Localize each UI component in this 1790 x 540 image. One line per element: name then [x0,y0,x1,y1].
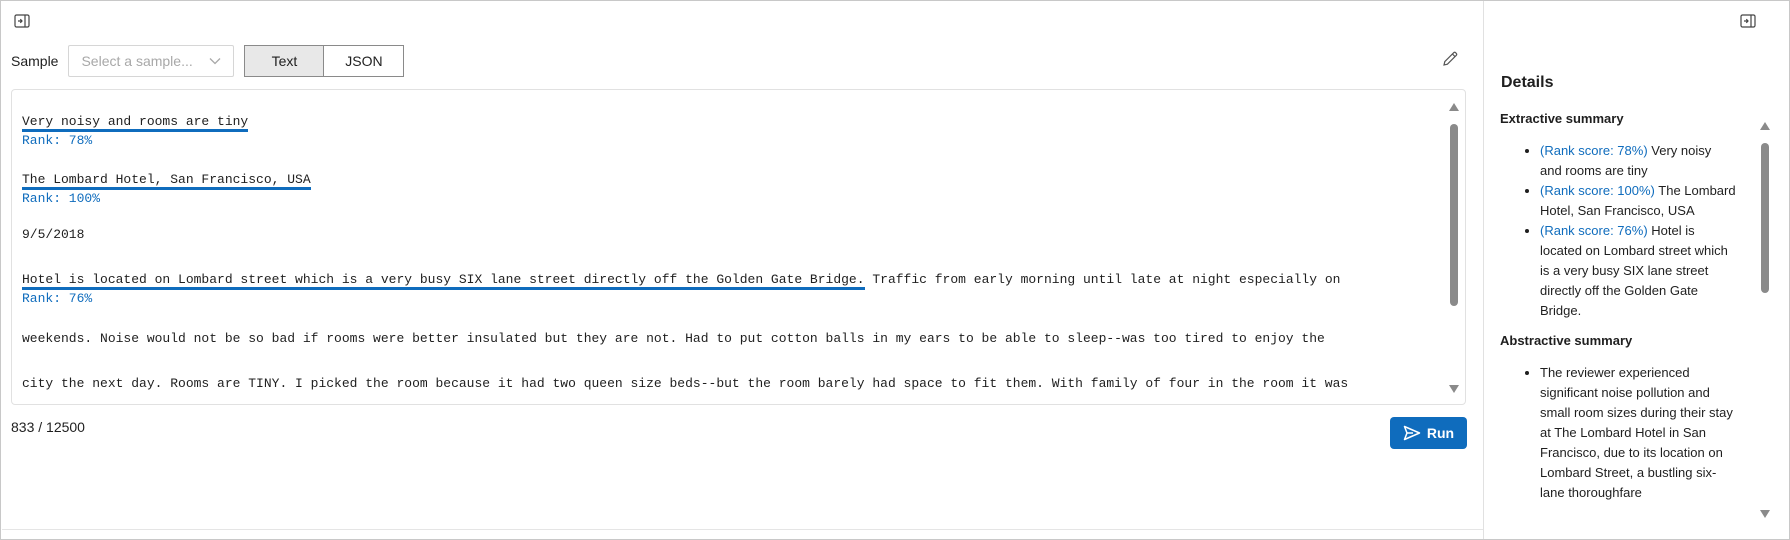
scroll-down-icon[interactable] [1447,382,1461,396]
editor-line: 9/5/2018 [22,227,85,242]
sample-label: Sample [11,53,59,69]
sample-dropdown[interactable]: Select a sample... [68,45,235,77]
editor-content: Very noisy and rooms are tiny Rank: 78% … [22,112,1435,391]
text-editor[interactable]: Very noisy and rooms are tiny Rank: 78% … [11,89,1466,405]
input-pane: Sample Select a sample... Text JSON Very… [1,1,1484,530]
scroll-down-icon[interactable] [1758,507,1772,521]
run-button[interactable]: Run [1390,417,1467,449]
sample-dropdown-placeholder: Select a sample... [81,53,193,69]
editor-scrollbar[interactable] [1447,100,1461,396]
scroll-up-icon[interactable] [1758,119,1772,133]
extractive-summary-list: (Rank score: 78%) Very noisy and rooms a… [1500,141,1736,321]
list-item: (Rank score: 78%) Very noisy and rooms a… [1540,141,1736,181]
list-item: (Rank score: 76%) Hotel is located on Lo… [1540,221,1736,321]
run-button-label: Run [1426,425,1455,441]
scroll-thumb[interactable] [1450,124,1458,306]
details-pane: Details Extractive summary (Rank score: … [1483,1,1789,539]
scroll-up-icon[interactable] [1447,100,1461,114]
details-title: Details [1501,74,1554,91]
rank-score: (Rank score: 100%) [1540,183,1655,198]
input-toolbar: Sample Select a sample... Text JSON [11,44,405,78]
rank-label: Rank: 100% [22,191,101,206]
editor-line: weekends. Noise would not be so bad if r… [22,331,1325,346]
format-toggle: Text JSON [244,45,405,77]
rank-label: Rank: 78% [22,133,93,148]
tab-json[interactable]: JSON [324,45,405,77]
edit-icon[interactable] [1438,47,1462,71]
editor-line: Very noisy and rooms are tiny [22,114,249,132]
divider [2,529,1484,530]
list-item: (Rank score: 100%) The Lombard Hotel, Sa… [1540,181,1736,221]
abstractive-summary-list: The reviewer experienced significant noi… [1500,363,1736,503]
rank-score: (Rank score: 76%) [1540,223,1648,238]
tab-text[interactable]: Text [244,45,325,77]
extractive-summary-title: Extractive summary [1500,111,1624,126]
details-body: Extractive summary (Rank score: 78%) Ver… [1500,109,1736,513]
chevron-down-icon [210,58,221,65]
character-count: 833 / 12500 [11,419,85,435]
editor-line: The Lombard Hotel, San Francisco, USA [22,172,311,190]
rank-score: (Rank score: 78%) [1540,143,1648,158]
send-icon [1403,425,1421,441]
details-scrollbar[interactable] [1758,119,1772,521]
editor-line: Hotel is located on Lombard street which… [22,272,865,290]
list-item: The reviewer experienced significant noi… [1540,363,1736,503]
collapse-panel-icon[interactable] [11,10,33,32]
collapse-panel-icon[interactable] [1737,10,1759,32]
editor-line-tail: Traffic from early morning until late at… [864,272,1341,287]
scroll-thumb[interactable] [1761,143,1769,293]
editor-line: city the next day. Rooms are TINY. I pic… [22,376,1349,391]
abstractive-summary-title: Abstractive summary [1500,333,1633,348]
rank-label: Rank: 76% [22,291,93,306]
